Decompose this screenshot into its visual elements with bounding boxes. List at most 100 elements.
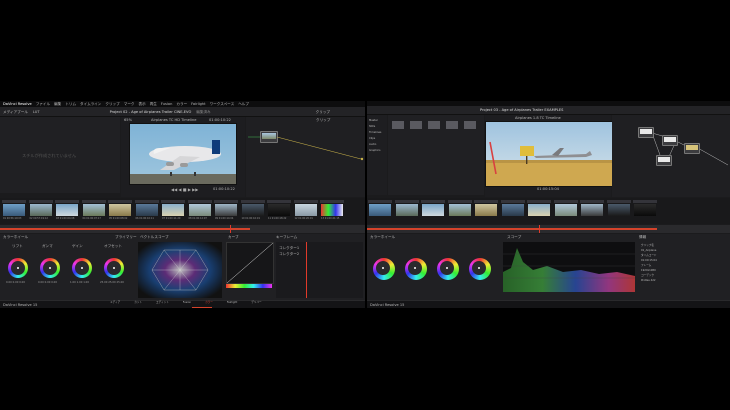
sidebar-master[interactable]: Master — [369, 119, 378, 123]
info-line-2: 01_Airplane — [641, 249, 657, 252]
page-edit[interactable]: エディット — [156, 301, 169, 305]
sidebar-timelines[interactable]: Timelines — [369, 131, 381, 135]
clip-thumbnail[interactable] — [394, 200, 419, 222]
clip-frame — [501, 204, 524, 216]
clip-header — [633, 200, 657, 203]
clip-frame — [188, 204, 211, 216]
desert-plane-image — [486, 122, 612, 186]
clip-thumbnail[interactable] — [474, 200, 498, 222]
menu-fairlight[interactable]: Fairlight — [191, 102, 205, 106]
menu-trim[interactable]: トリム — [65, 102, 76, 106]
clip-frame — [554, 204, 577, 216]
right-node-2[interactable] — [662, 135, 678, 146]
clip-thumbnail[interactable]: 12 01:00:20:01 — [293, 200, 318, 222]
lift-values: 0.00 0.00 0.00 — [6, 281, 25, 284]
clip-frame — [82, 204, 105, 216]
clip-thumbnail[interactable] — [606, 200, 631, 222]
right-gain-wheel[interactable] — [437, 258, 459, 280]
sidebar-stills[interactable]: Stills — [369, 125, 375, 129]
keyframe-item-2[interactable]: コレクター2 — [279, 252, 299, 256]
clip-thumbnail[interactable]: 03 01:00:04:08 — [55, 200, 79, 222]
clip-thumbnail[interactable] — [421, 200, 445, 222]
menu-timeline[interactable]: タイムライン — [80, 102, 101, 106]
toolbar-lut[interactable]: LUT — [33, 110, 40, 114]
clip-frame — [607, 204, 630, 216]
right-playhead[interactable] — [539, 225, 540, 233]
keyframe-item-1[interactable]: コレクター1 — [279, 246, 299, 250]
menu-clip[interactable]: クリップ — [105, 102, 119, 106]
clip-thumbnail[interactable]: 08 01:00:12:07 — [187, 200, 212, 222]
clip-header — [28, 200, 53, 203]
menu-app[interactable]: DaVinci Resolve — [3, 102, 32, 106]
clip-thumbnail[interactable]: 10 01:00:16:19 — [240, 200, 265, 222]
clip-thumbnail[interactable]: 09 01:00:14:04 — [214, 200, 238, 222]
bin-folder-5[interactable] — [464, 121, 476, 129]
toolbar-media-pool[interactable]: メディアプール — [3, 110, 28, 114]
clip-thumbnail[interactable]: 05 01:00:08:02 — [108, 200, 132, 222]
offset-values: 25.00 25.00 25.00 — [100, 281, 124, 284]
bin-folder-3[interactable] — [428, 121, 440, 129]
offset-wheel[interactable] — [104, 258, 124, 278]
color-palette-area: カラーホイール プライマリー ベクトルスコープ カーブ キーフレーム リフト ガ… — [0, 234, 365, 300]
sidebar-audio[interactable]: Audio — [369, 143, 376, 147]
menu-mark[interactable]: マーク — [124, 102, 135, 106]
clip-thumbnail[interactable]: 07 01:00:11:20 — [161, 200, 185, 222]
page-color[interactable]: カラー — [205, 301, 213, 305]
clip-thumbnail[interactable]: 06 01:00:10:11 — [134, 200, 159, 222]
bin-folder-4[interactable] — [446, 121, 458, 129]
clip-frame — [268, 204, 290, 216]
clip-frame — [29, 204, 52, 216]
right-gamma-wheel[interactable] — [405, 258, 427, 280]
menu-view[interactable]: 表示 — [139, 102, 146, 106]
sidebar-graphics[interactable]: Graphics — [369, 149, 380, 153]
clip-thumbnail[interactable] — [553, 200, 578, 222]
right-node-3[interactable] — [684, 143, 700, 154]
curves-editor[interactable] — [226, 242, 274, 284]
page-deliver[interactable]: デリバー — [251, 301, 261, 305]
right-timeline-track — [367, 228, 657, 230]
sidebar-clips[interactable]: Clips — [369, 137, 375, 141]
wheels-mode[interactable]: プライマリー — [115, 235, 137, 239]
clip-label: 04 01:00:07:17 — [82, 217, 101, 220]
toolbar-clips[interactable]: クリップ — [316, 110, 330, 114]
clip-thumbnail[interactable]: 01 00:56:19:03 — [2, 200, 26, 222]
menu-file[interactable]: ファイル — [36, 102, 50, 106]
clip-label: 07 01:00:11:20 — [162, 217, 181, 220]
gamma-wheel[interactable] — [40, 258, 60, 278]
menu-edit[interactable]: 編集 — [54, 102, 61, 106]
page-media[interactable]: メディア — [110, 301, 120, 305]
info-line-8: ProRes 422 — [641, 279, 656, 282]
playhead[interactable] — [230, 225, 231, 233]
clip-thumbnail[interactable]: 02 00:57:19:12 — [28, 200, 53, 222]
menu-help[interactable]: ヘルプ — [238, 102, 249, 106]
clip-thumbnail[interactable]: 11 01:00:18:22 — [267, 200, 291, 222]
right-offset-wheel[interactable] — [469, 258, 491, 280]
right-node-4[interactable] — [656, 155, 672, 166]
page-cut[interactable]: カット — [134, 301, 142, 305]
clip-frame — [215, 204, 237, 216]
clip-thumbnail[interactable]: 04 01:00:07:17 — [81, 200, 106, 222]
clip-thumbnail[interactable] — [580, 200, 604, 222]
clip-thumbnail[interactable] — [500, 200, 525, 222]
clip-header — [267, 200, 291, 203]
menu-playback[interactable]: 再生 — [150, 102, 157, 106]
clip-thumbnail[interactable] — [527, 200, 551, 222]
menu-workspace[interactable]: ワークスペース — [210, 102, 235, 106]
right-lift-wheel[interactable] — [373, 258, 395, 280]
lift-wheel[interactable] — [8, 258, 28, 278]
clip-frame — [475, 204, 497, 216]
transport-controls[interactable]: ◀◀ ◀ ■ ▶ ▶▶ — [171, 187, 198, 192]
page-fusion[interactable]: Fusion — [183, 301, 191, 305]
clip-thumbnail[interactable] — [447, 200, 472, 222]
viewer-percent[interactable]: 65% — [124, 118, 132, 122]
menu-color[interactable]: カラー — [176, 102, 187, 106]
gain-wheel[interactable] — [72, 258, 92, 278]
menu-fusion[interactable]: Fusion — [161, 102, 173, 106]
page-fairlight[interactable]: Fairlight — [227, 301, 237, 305]
clip-thumbnail[interactable]: 13 01:00:21:15 — [320, 200, 344, 222]
bin-folder-2[interactable] — [410, 121, 422, 129]
bin-folder-1[interactable] — [392, 121, 404, 129]
clip-thumbnail[interactable] — [633, 200, 657, 222]
right-node-1[interactable] — [638, 127, 654, 138]
clip-thumbnail[interactable] — [368, 200, 392, 222]
